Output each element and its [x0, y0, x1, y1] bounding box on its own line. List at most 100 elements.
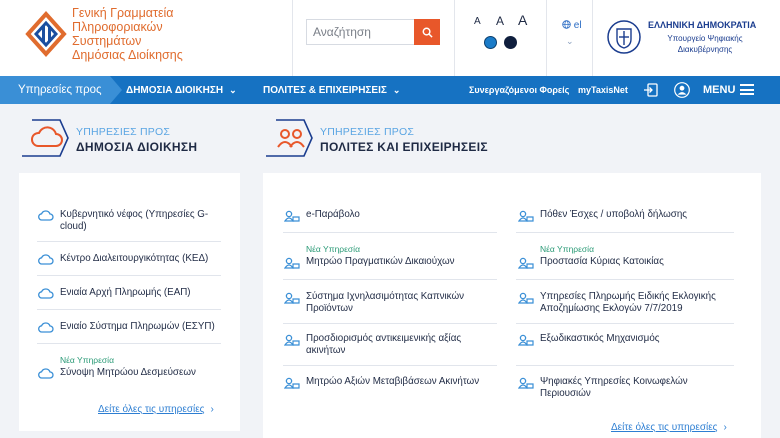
service-label: Μητρώο Αξιών Μεταβιβάσεων Ακινήτων	[306, 376, 480, 387]
user-icon[interactable]	[674, 82, 690, 98]
service-label: Προστασία Κύριας Κατοικίας	[540, 256, 664, 267]
greek-emblem-logo	[607, 20, 641, 54]
partner-organizations-link[interactable]: Συνεργαζόμενοι Φορείς	[469, 76, 569, 104]
language-selector[interactable]: el	[562, 20, 582, 31]
service-icon	[284, 257, 300, 269]
tab-public-administration[interactable]: ΔΗΜΟΣΙΑ ΔΙΟΙΚΗΣΗ ⌄	[126, 76, 237, 104]
new-service-badge: Νέα Υπηρεσία	[60, 355, 114, 365]
service-label: Εξωδικαστικός Μηχανισμός	[540, 333, 660, 344]
see-all-label: Δείτε όλες τις υπηρεσίες	[611, 422, 718, 433]
org-name-line: Γενική Γραμματεία	[72, 6, 174, 20]
separator	[37, 343, 221, 344]
new-service-badge: Νέα Υπηρεσία	[306, 244, 360, 254]
service-icon	[518, 334, 534, 346]
service-link[interactable]: Προσδιορισμός αντικειμενικής αξίας ακινή…	[284, 333, 499, 359]
service-label: Μητρώο Πραγματικών Δικαιούχων	[306, 256, 455, 267]
contrast-dark-button[interactable]	[504, 36, 517, 49]
service-label: Σύνοψη Μητρώου Δεσμεύσεων	[60, 367, 196, 378]
service-link[interactable]: Νέα Υπηρεσία Σύνοψη Μητρώου Δεσμεύσεων	[38, 355, 228, 381]
service-link[interactable]: Σύστημα Ιχνηλασιμότητας Καπνικών Προϊόντ…	[284, 291, 499, 317]
service-link[interactable]: Νέα Υπηρεσία Προστασία Κύριας Κατοικίας	[518, 244, 743, 270]
separator	[283, 279, 497, 280]
font-large-button[interactable]: A	[518, 12, 527, 28]
chevron-down-icon: ⌄	[392, 85, 401, 95]
service-icon	[284, 292, 300, 304]
service-icon	[518, 377, 534, 389]
service-link[interactable]: Ενιαία Αρχή Πληρωμής (ΕΑΠ)	[38, 287, 228, 301]
service-icon	[518, 210, 534, 222]
org-name-line: Συστημάτων	[72, 34, 142, 48]
service-label: Ψηφιακές Υπηρεσίες Κοινωφελών Περιουσιών	[540, 376, 688, 399]
search-button[interactable]	[414, 19, 440, 45]
separator	[37, 241, 221, 242]
divider	[592, 0, 593, 76]
new-service-badge: Νέα Υπηρεσία	[540, 244, 594, 254]
chevron-down-icon: ⌄	[229, 85, 237, 95]
see-all-public-link[interactable]: Δείτε όλες τις υπηρεσίες ›	[98, 404, 214, 415]
service-icon	[284, 210, 300, 222]
public-services-card: Κυβερνητικό νέφος (Υπηρεσίες G-cloud) Κέ…	[19, 173, 240, 431]
search-icon	[422, 27, 433, 38]
site-header: Γενική Γραμματεία Πληροφοριακών Συστημάτ…	[0, 0, 780, 76]
font-small-button[interactable]: A	[474, 16, 481, 27]
service-link[interactable]: Υπηρεσίες Πληρωμής Ειδικής Εκλογικής Απο…	[518, 291, 743, 317]
service-label: Σύστημα Ιχνηλασιμότητας Καπνικών Προϊόντ…	[306, 291, 465, 314]
service-link[interactable]: e-Παράβολο	[284, 209, 499, 223]
service-label: Κυβερνητικό νέφος (Υπηρεσίες G-cloud)	[60, 209, 209, 232]
org-name: Γενική Γραμματεία Πληροφοριακών Συστημάτ…	[72, 6, 292, 62]
service-icon	[518, 257, 534, 269]
service-icon	[284, 377, 300, 389]
hamburger-line	[740, 84, 754, 86]
people-icon	[266, 119, 313, 157]
section-title-public-administration: ΔΗΜΟΣΙΑ ΔΙΟΙΚΗΣΗ	[76, 140, 198, 154]
tab-citizens-businesses[interactable]: ΠΟΛΙΤΕΣ & ΕΠΙΧΕΙΡΗΣΕΙΣ ⌄	[263, 76, 400, 104]
hamburger-line	[740, 88, 754, 91]
separator	[283, 232, 497, 233]
see-all-label: Δείτε όλες τις υπηρεσίες	[98, 404, 205, 415]
service-link[interactable]: Νέα Υπηρεσία Μητρώο Πραγματικών Δικαιούχ…	[284, 244, 499, 270]
service-label: Υπηρεσίες Πληρωμής Ειδικής Εκλογικής Απο…	[540, 291, 716, 314]
divider	[546, 0, 547, 76]
service-link[interactable]: Κυβερνητικό νέφος (Υπηρεσίες G-cloud)	[38, 209, 228, 235]
org-name-line: Δημόσιας Διοίκησης	[72, 48, 183, 62]
contrast-default-button[interactable]	[484, 36, 497, 49]
mytaxisnet-link[interactable]: myTaxisNet	[578, 76, 628, 104]
service-icon	[284, 334, 300, 346]
separator	[516, 365, 734, 366]
main-nav: Υπηρεσίες προς ΔΗΜΟΣΙΑ ΔΙΟΙΚΗΣΗ ⌄ ΠΟΛΙΤΕΣ…	[0, 76, 780, 104]
divider	[292, 0, 293, 76]
cloud-icon	[38, 368, 54, 379]
menu-button[interactable]: MENU	[703, 76, 735, 104]
cloud-icon	[38, 254, 54, 265]
separator	[37, 275, 221, 276]
chevron-right-icon: ›	[210, 404, 214, 415]
login-icon[interactable]	[643, 82, 659, 98]
hamburger-icon[interactable]	[740, 84, 754, 95]
chevron-right-icon: ›	[723, 422, 727, 433]
cloud-icon	[22, 119, 69, 157]
see-all-citizens-link[interactable]: Δείτε όλες τις υπηρεσίες ›	[611, 422, 727, 433]
search-input[interactable]	[307, 20, 415, 44]
section-subtitle: ΥΠΗΡΕΣΙΕΣ ΠΡΟΣ	[76, 126, 171, 138]
hamburger-line	[740, 93, 754, 95]
service-link[interactable]: Ενιαίο Σύστημα Πληρωμών (ΕΣΥΠ)	[38, 321, 228, 335]
cloud-icon	[38, 210, 54, 221]
cloud-icon	[38, 322, 54, 333]
service-link[interactable]: Πόθεν Έσχες / υποβολή δήλωσης	[518, 209, 743, 223]
divider	[454, 0, 455, 76]
separator	[283, 365, 497, 366]
globe-icon	[562, 20, 571, 29]
chevron-down-icon[interactable]: ⌄	[566, 36, 574, 47]
service-link[interactable]: Ψηφιακές Υπηρεσίες Κοινωφελών Περιουσιών	[518, 376, 743, 402]
tab-label: ΠΟΛΙΤΕΣ & ΕΠΙΧΕΙΡΗΣΕΙΣ	[263, 85, 387, 96]
separator	[516, 323, 734, 324]
service-icon	[518, 292, 534, 304]
separator	[37, 309, 221, 310]
font-medium-button[interactable]: A	[496, 14, 504, 28]
service-link[interactable]: Μητρώο Αξιών Μεταβιβάσεων Ακινήτων	[284, 376, 499, 390]
search-box	[306, 19, 440, 45]
citizens-services-card: e-Παράβολο Νέα Υπηρεσία Μητρώο Πραγματικ…	[263, 173, 761, 438]
service-link[interactable]: Κέντρο Διαλειτουργικότητας (ΚΕΔ)	[38, 253, 228, 267]
service-link[interactable]: Εξωδικαστικός Μηχανισμός	[518, 333, 743, 347]
font-size-controls: A A A	[474, 12, 534, 31]
